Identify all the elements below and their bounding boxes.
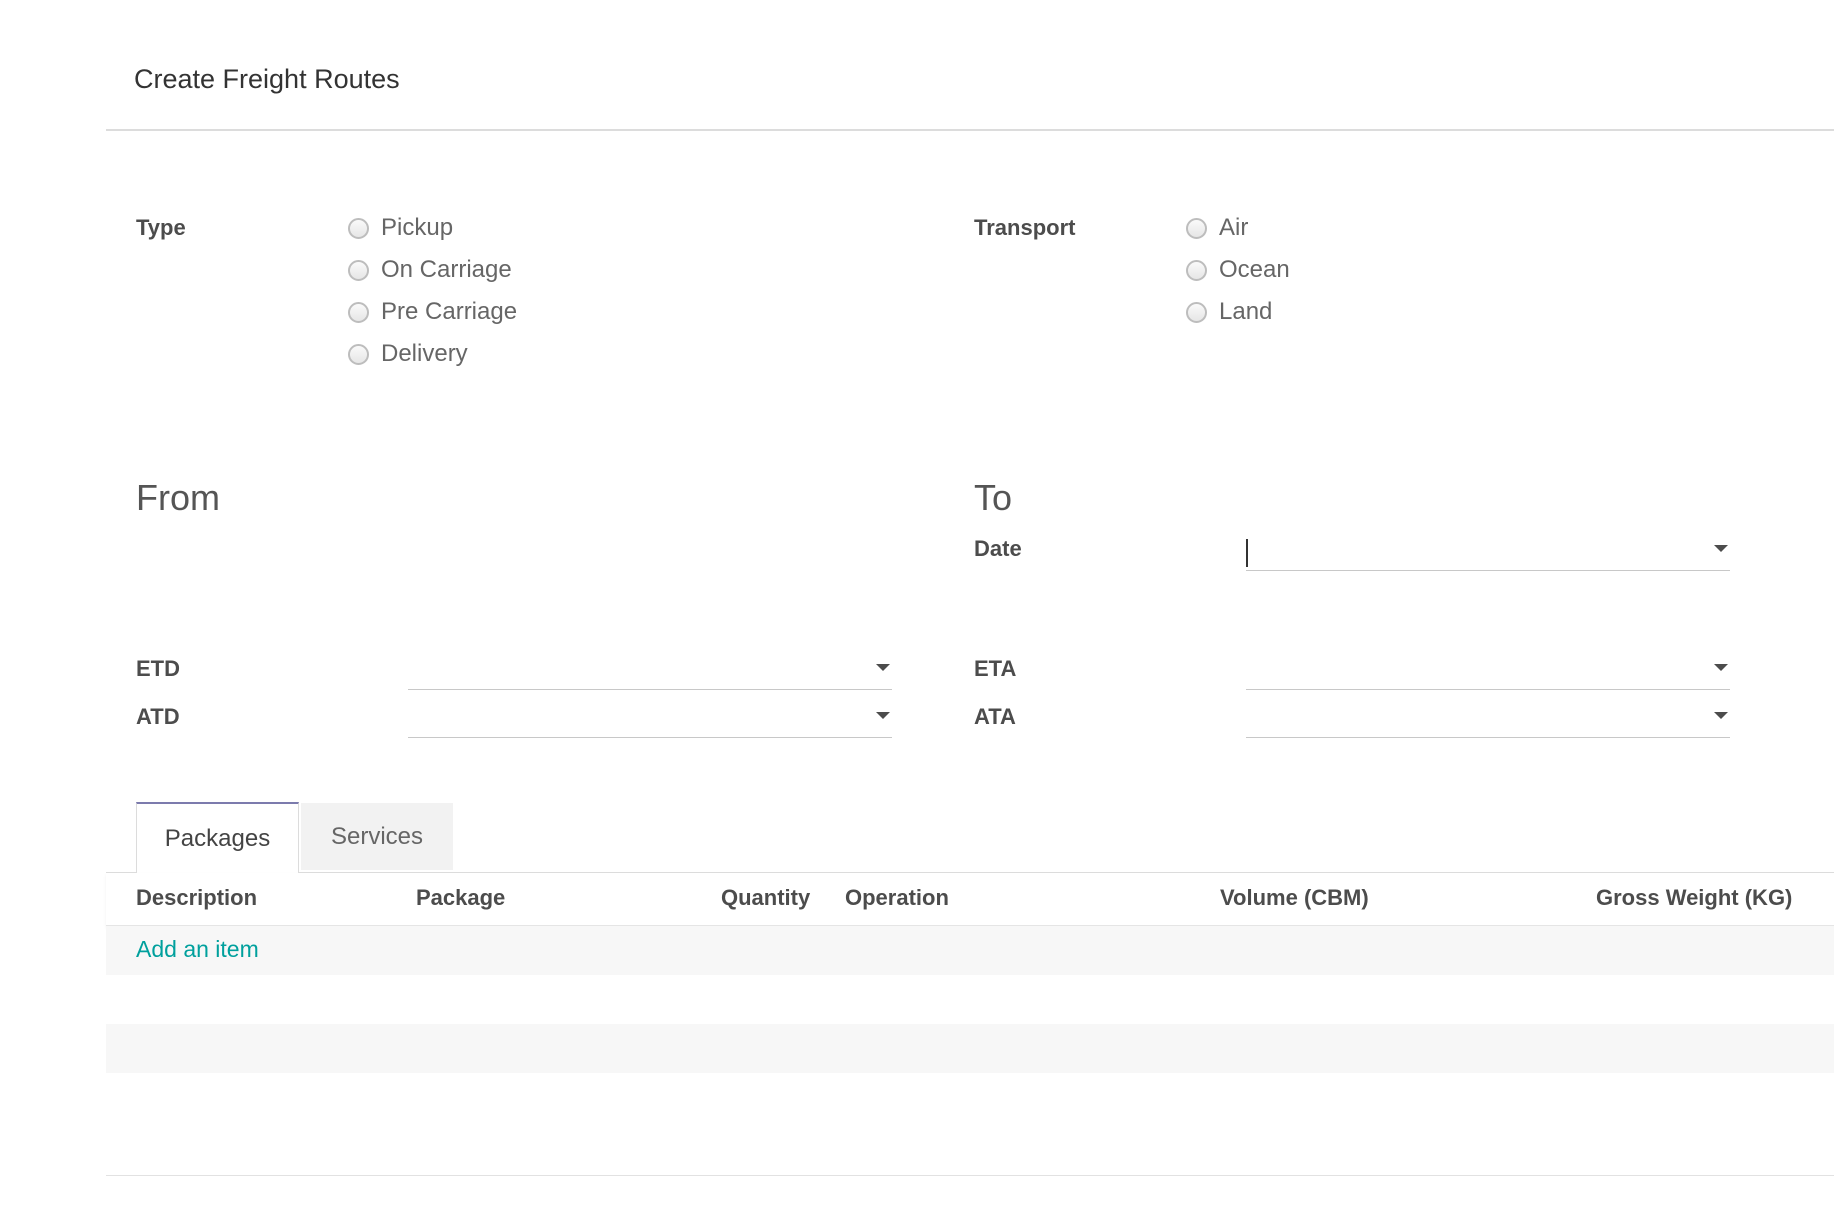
transport-label: Transport (974, 215, 1076, 240)
radio-button[interactable] (348, 217, 369, 239)
column-header-description[interactable]: Description (136, 885, 257, 911)
packages-table-header: Description Package Quantity Operation V… (106, 873, 1834, 926)
etd-input[interactable] (408, 650, 892, 690)
caret-down-icon[interactable] (1714, 545, 1728, 552)
table-row (106, 926, 1834, 975)
transport-option-label: Land (1219, 298, 1273, 325)
dialog-title: Create Freight Routes (134, 64, 400, 94)
type-option-delivery[interactable]: Delivery (348, 339, 468, 369)
text-cursor (1246, 539, 1248, 567)
tab-packages[interactable]: Packages (136, 802, 299, 873)
add-item-link[interactable]: Add an item (136, 936, 259, 963)
tab-services[interactable]: Services (301, 803, 453, 870)
type-option-pickup[interactable]: Pickup (348, 213, 453, 243)
atd-input[interactable] (408, 698, 892, 738)
transport-option-ocean[interactable]: Ocean (1186, 255, 1290, 285)
table-bottom-divider (106, 1175, 1834, 1176)
radio-button[interactable] (348, 343, 369, 365)
column-header-package[interactable]: Package (416, 885, 505, 911)
column-header-quantity[interactable]: Quantity (721, 885, 810, 911)
type-option-label: Pickup (381, 214, 454, 241)
caret-down-icon[interactable] (876, 712, 890, 719)
caret-down-icon[interactable] (1714, 712, 1728, 719)
transport-option-label: Ocean (1219, 256, 1290, 283)
column-header-volume[interactable]: Volume (CBM) (1220, 885, 1369, 911)
radio-button[interactable] (1186, 217, 1207, 239)
to-heading: To (974, 477, 1013, 518)
type-label: Type (136, 215, 186, 240)
type-option-label: Delivery (381, 340, 468, 367)
radio-button[interactable] (1186, 259, 1207, 281)
atd-label: ATD (136, 704, 180, 729)
ata-input[interactable] (1246, 698, 1730, 738)
create-freight-routes-dialog: Create Freight Routes × Type Pickup On C… (106, 0, 1834, 1206)
caret-down-icon[interactable] (876, 664, 890, 671)
column-header-gross-weight[interactable]: Gross Weight (KG) (1596, 885, 1792, 911)
date-label: Date (974, 536, 1022, 561)
type-option-on-carriage[interactable]: On Carriage (348, 255, 512, 285)
date-input[interactable] (1246, 531, 1730, 571)
type-option-label: Pre Carriage (381, 298, 518, 325)
table-row (106, 1024, 1834, 1073)
transport-option-land[interactable]: Land (1186, 297, 1272, 327)
column-header-operation[interactable]: Operation (845, 885, 949, 911)
radio-button[interactable] (1186, 301, 1207, 323)
eta-input[interactable] (1246, 650, 1730, 690)
transport-option-air[interactable]: Air (1186, 213, 1248, 243)
eta-label: ETA (974, 656, 1017, 681)
etd-label: ETD (136, 656, 180, 681)
caret-down-icon[interactable] (1714, 664, 1728, 671)
ata-label: ATA (974, 704, 1016, 729)
transport-option-label: Air (1219, 214, 1249, 241)
type-option-label: On Carriage (381, 256, 512, 283)
from-heading: From (136, 477, 220, 518)
type-option-pre-carriage[interactable]: Pre Carriage (348, 297, 517, 327)
dialog-header: Create Freight Routes × (106, 0, 1834, 131)
radio-button[interactable] (348, 301, 369, 323)
radio-button[interactable] (348, 259, 369, 281)
